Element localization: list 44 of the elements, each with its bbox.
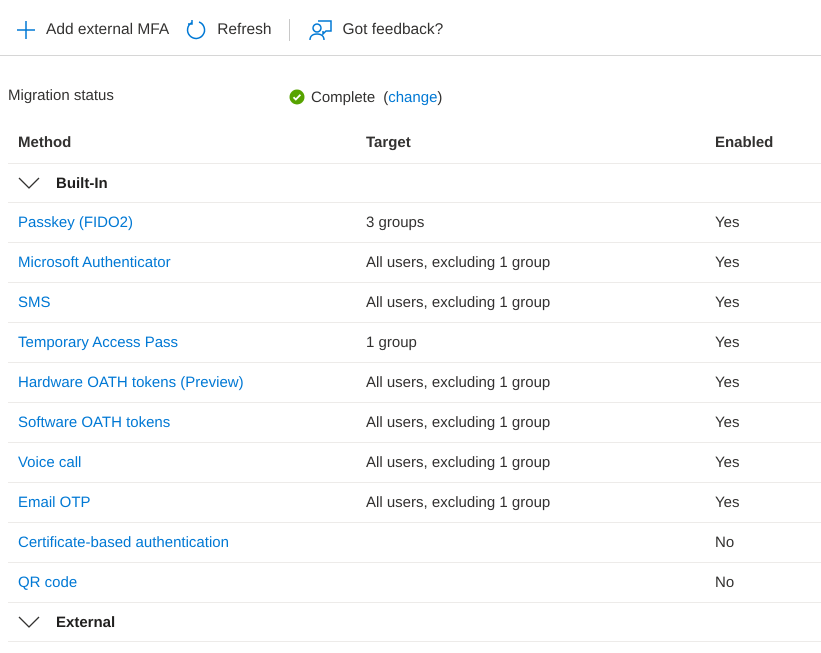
column-header[interactable]: Enabled — [705, 134, 821, 151]
refresh-icon — [185, 18, 208, 40]
method-link[interactable]: Passkey (FIDO2) — [18, 214, 134, 231]
feedback-icon — [308, 18, 332, 40]
method-link[interactable]: Microsoft Authenticator — [18, 254, 171, 271]
table-cell: Yes — [715, 494, 740, 511]
table-cell: All users, excluding 1 group — [366, 414, 550, 431]
column-header[interactable]: Method — [8, 134, 356, 151]
table-cell: All users, excluding 1 group — [366, 254, 550, 271]
method-link[interactable]: Voice call — [18, 454, 82, 471]
refresh-button[interactable]: Refresh — [179, 14, 278, 44]
table-cell: All users, excluding 1 group — [366, 374, 550, 391]
migration-status-label: Migration status — [8, 86, 115, 104]
table-cell: Yes — [715, 454, 740, 471]
table-cell: All users, excluding 1 group — [366, 454, 550, 471]
status-text: Complete — [311, 88, 376, 106]
method-link[interactable]: SMS — [18, 294, 51, 311]
table-cell: All users, excluding 1 group — [366, 294, 550, 311]
column-header[interactable]: Target — [356, 134, 705, 151]
table-cell: Yes — [715, 334, 740, 351]
group-toggle[interactable]: External — [8, 614, 116, 630]
method-link[interactable]: Certificate-based authentication — [18, 534, 229, 551]
table-cell: Yes — [715, 414, 740, 431]
method-link[interactable]: Email OTP — [18, 494, 91, 511]
chevron-icon — [18, 616, 40, 628]
group-toggle[interactable]: Built-In — [8, 174, 108, 192]
table-cell: Yes — [715, 374, 740, 391]
table-cell: 1 group — [366, 334, 417, 351]
feedback-button[interactable]: Got feedback? — [302, 14, 450, 44]
method-link[interactable]: Software OATH tokens — [18, 414, 170, 431]
table-cell: No — [715, 574, 734, 591]
change-link[interactable]: (change) — [383, 88, 442, 106]
table-cell: Yes — [715, 294, 740, 311]
plus-icon — [16, 20, 36, 40]
method-link[interactable]: Hardware OATH tokens (Preview) — [18, 374, 244, 391]
table-cell: 3 groups — [366, 214, 424, 231]
table-cell: All users, excluding 1 group — [366, 494, 550, 511]
method-link[interactable]: QR code — [18, 574, 78, 591]
chevron-icon — [18, 177, 40, 189]
add-button[interactable]: Add external MFA — [16, 16, 176, 44]
table-cell: Yes — [715, 254, 740, 271]
method-link[interactable]: Temporary Access Pass — [18, 334, 178, 351]
table-cell: Yes — [715, 214, 740, 231]
table-cell: No — [715, 534, 734, 551]
